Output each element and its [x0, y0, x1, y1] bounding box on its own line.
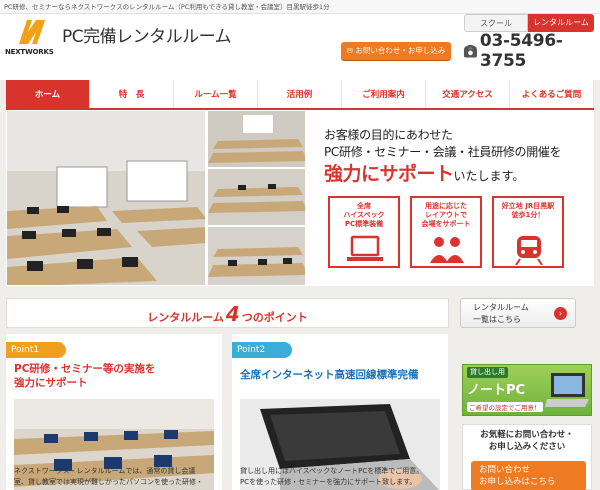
points-number: 4: [225, 302, 240, 326]
phone-text: 03-5496-3755: [479, 31, 563, 71]
point-tag-1: Point1: [6, 342, 66, 358]
four-points-heading: レンタルルーム 4 つのポイント: [6, 298, 449, 328]
nav-access[interactable]: 交通アクセス: [426, 80, 510, 108]
banner-sub: ご希望の設定でご用意！: [467, 402, 543, 412]
contact-button[interactable]: ✉ お問い合わせ・お申し込み: [341, 42, 451, 60]
inquiry-button[interactable]: お問い合わせ お申し込みはこちら: [471, 461, 586, 490]
arrow-right-icon: ›: [554, 307, 567, 320]
people-icon: [430, 237, 464, 263]
point-2-title: 全席インターネット高速回線標準完備: [240, 369, 419, 381]
banner-title: ノートPC: [467, 383, 526, 398]
logo-mark-icon: [19, 20, 45, 44]
hero-line-2: PC研修・セミナー・会議・社員研修の開催を: [324, 145, 562, 159]
feature-pc-label: 全席 ハイスペック PC標準装備: [343, 202, 385, 228]
phone-icon: [463, 44, 478, 58]
feature-location: 好立地 JR目黒駅 徒歩1分！: [492, 196, 564, 268]
top-notice: PC研修、セミナーならネクストワークスのレンタルルーム（PC利用もできる貸し教室…: [0, 0, 600, 14]
classroom-photo-1: [207, 110, 306, 168]
inquiry-title-2: お申し込みください: [488, 442, 566, 452]
point-card-2: Point2 全席インターネット高速回線標準完備 貸し出し用にはハイスペックなノ…: [232, 334, 448, 490]
contact-button-label: お問い合わせ・お申し込み: [355, 46, 446, 55]
hero-copy: お客様の目的にあわせた PC研修・セミナー・会議・社員研修の開催を 強力にサポー…: [324, 127, 594, 187]
classroom-photo-2: [207, 168, 306, 226]
hero-line-1: お客様の目的にあわせた: [324, 128, 453, 142]
nav-guide[interactable]: ご利用案内: [342, 80, 426, 108]
feature-location-label: 好立地 JR目黒駅 徒歩1分！: [501, 202, 555, 219]
hero-highlight: 強力にサポート: [324, 163, 454, 185]
room-list-line1: レンタルルーム: [473, 303, 529, 312]
banner-tag: 貸し出し用: [467, 367, 508, 378]
logo-text: NEXTWORKS: [5, 48, 54, 56]
inquiry-title-1: お気軽にお問い合わせ・: [480, 430, 574, 440]
classroom-photo-large: [6, 110, 206, 286]
feature-layout: 用途に応じた レイアウトで 会場をサポート: [410, 196, 482, 268]
point-2-text: 貸し出し用にはハイスペックなノートPCを標準でご用意。 PCを使った研修・セミナー…: [240, 467, 424, 486]
laptop-icon: [545, 373, 589, 407]
point-tag-2: Point2: [232, 342, 292, 358]
room-list-line2: 一覧はこちら: [473, 315, 521, 324]
nav-faq[interactable]: よくあるご質問: [510, 80, 594, 108]
tab-school[interactable]: スクール: [464, 14, 528, 32]
point-1-title: PC研修・セミナー等の実施を 強力にサポート: [14, 363, 156, 389]
logo[interactable]: NEXTWORKS: [5, 18, 57, 66]
classroom-photo-3: [207, 226, 306, 286]
nav-rooms[interactable]: ルーム一覧: [174, 80, 258, 108]
point-card-1: Point1 PC研修・セミナー等の実施を 強力にサポート ネクストワークス・レン…: [6, 334, 222, 490]
feature-pc: 全席 ハイスペック PC標準装備: [328, 196, 400, 268]
nav-home[interactable]: ホーム: [6, 80, 90, 108]
laptop-rental-banner[interactable]: 貸し出し用 ノートPC ご希望の設定でご用意！: [462, 364, 592, 416]
hero-tail: いたします。: [453, 169, 525, 183]
nav-examples[interactable]: 活用例: [258, 80, 342, 108]
site-title: PC完備レンタルルーム: [62, 27, 232, 47]
feature-layout-label: 用途に応じた レイアウトで 会場をサポート: [421, 202, 471, 228]
room-list-button[interactable]: レンタルルーム 一覧はこちら ›: [460, 298, 576, 328]
inquiry-box: お気軽にお問い合わせ・ お申し込みください お問い合わせ お申し込みはこちら: [462, 424, 592, 490]
nav-features[interactable]: 特 長: [90, 80, 174, 108]
points-suffix: つのポイント: [241, 311, 308, 324]
point-1-text: ネクストワークス・レンタルルームでは、通常の貸し会議 室、貸し教室では実現が難しか…: [14, 467, 203, 486]
tab-rental[interactable]: レンタルルーム: [528, 14, 594, 32]
site-switch-tabs: スクール レンタルルーム: [464, 14, 594, 32]
train-icon: [515, 236, 543, 265]
laptop-icon: [347, 235, 383, 261]
phone-number: 03-5496-3755: [463, 31, 600, 71]
main-nav: ホーム 特 長 ルーム一覧 活用例 ご利用案内 交通アクセス よくあるご質問: [6, 80, 594, 110]
points-prefix: レンタルルーム: [147, 311, 224, 324]
